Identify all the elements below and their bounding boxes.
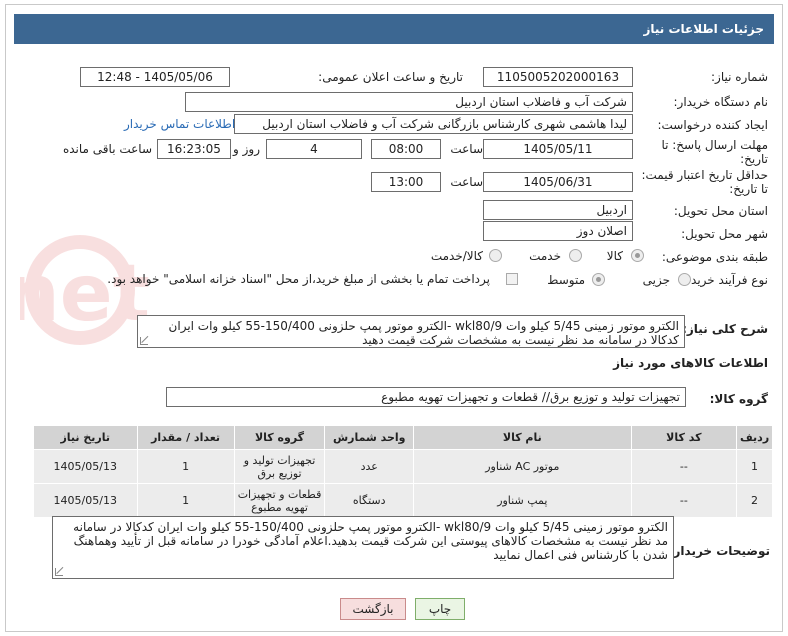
resize-handle-icon[interactable]: [140, 337, 148, 345]
days-remaining-field: 4: [266, 139, 362, 159]
radio-service[interactable]: [569, 249, 582, 262]
need-number-label: شماره نیاز:: [711, 70, 768, 84]
category-label: طبقه بندی موضوعی:: [661, 250, 768, 264]
radio-goods[interactable]: [631, 249, 644, 262]
deadline-hour-label: ساعت: [450, 142, 483, 156]
process-label: نوع فرآیند خرید :: [683, 273, 768, 287]
contact-info-link[interactable]: اطلاعات تماس خریدار: [124, 117, 235, 131]
goods-group-field: تجهیزات تولید و توزیع برق// قطعات و تجهی…: [166, 387, 686, 407]
radio-goods-service-label: کالا/خدمت: [430, 249, 483, 263]
validity-date-field: 1405/06/31: [483, 172, 633, 192]
buyer-notes-label: توضیحات خریدار:: [668, 544, 770, 558]
cell-row: 1: [736, 449, 773, 484]
col-name: نام کالا: [413, 425, 632, 450]
deadline-label: مهلت ارسال پاسخ: تا تاریخ:: [661, 138, 768, 166]
radio-medium[interactable]: [592, 273, 605, 286]
col-group: گروه کالا: [233, 425, 326, 450]
city-field: اصلان دوز: [483, 221, 633, 241]
cell-group-text: قطعات و تجهیزات تهویه مطبوع: [237, 487, 322, 514]
validity-hour-label: ساعت: [450, 175, 483, 189]
announce-label: تاریخ و ساعت اعلان عمومی:: [318, 70, 463, 84]
resize-handle-icon[interactable]: [55, 568, 63, 576]
page-header: جزئیات اطلاعات نیاز: [14, 14, 774, 44]
print-button[interactable]: چاپ: [415, 598, 465, 620]
validity-time-field: 13:00: [371, 172, 441, 192]
radio-partial[interactable]: [678, 273, 691, 286]
cell-date: 1405/05/13: [33, 449, 138, 484]
cell-code: --: [630, 483, 738, 518]
cell-qty: 1: [136, 449, 235, 484]
remaining-label: ساعت باقی مانده: [62, 142, 152, 156]
validity-label: حداقل تاریخ اعتبار قیمت: تا تاریخ:: [641, 168, 768, 196]
col-qty: تعداد / مقدار: [136, 425, 235, 450]
announce-field: 1405/05/06 - 12:48: [80, 67, 230, 87]
creator-label: ایجاد کننده درخواست:: [657, 118, 768, 132]
goods-section-title: اطلاعات کالاهای مورد نیاز: [613, 356, 768, 370]
days-label: روز و: [233, 142, 260, 156]
goods-table: ردیف کد کالا نام کالا واحد شمارش گروه کا…: [33, 425, 773, 518]
cell-row: 2: [736, 483, 773, 518]
cell-name: پمپ شناور: [413, 483, 632, 518]
cell-group: تجهیزات تولید و توزیع برق: [233, 449, 326, 484]
need-number-field: 1105005202000163: [483, 67, 633, 87]
treasury-checkbox[interactable]: [506, 273, 518, 285]
col-date: تاریخ نیاز: [33, 425, 138, 450]
radio-goods-label: کالا: [606, 249, 623, 263]
remaining-time-field: 16:23:05: [157, 139, 231, 159]
cell-unit: عدد: [324, 449, 415, 484]
buyer-notes-text: الکترو موتور زمینی 5/45 کیلو وات wkl80/9…: [73, 520, 668, 562]
table-row: 1 -- موتور AC شناور عدد تجهیزات تولید و …: [33, 449, 773, 484]
creator-field: لیدا هاشمی شهری کارشناس بازرگانی شرکت آب…: [234, 114, 633, 134]
deadline-date-field: 1405/05/11: [483, 139, 633, 159]
province-field: اردبیل: [483, 200, 633, 220]
goods-group-label: گروه کالا:: [709, 392, 768, 406]
cell-qty: 1: [136, 483, 235, 518]
cell-date: 1405/05/13: [33, 483, 138, 518]
radio-goods-service[interactable]: [489, 249, 502, 262]
city-label: شهر محل تحویل:: [681, 227, 768, 241]
province-label: استان محل تحویل:: [673, 204, 768, 218]
description-textarea[interactable]: الکترو موتور زمینی 5/45 کیلو وات wkl80/9…: [137, 315, 685, 348]
back-button[interactable]: بازگشت: [340, 598, 406, 620]
cell-name: موتور AC شناور: [413, 449, 632, 484]
col-row: ردیف: [736, 425, 773, 450]
payment-note: پرداخت تمام یا بخشی از مبلغ خرید،از محل …: [107, 272, 490, 286]
radio-medium-label: متوسط: [547, 273, 585, 287]
cell-group-text: تجهیزات تولید و توزیع برق: [243, 453, 316, 480]
cell-code: --: [630, 449, 738, 484]
buyer-org-label: نام دستگاه خریدار:: [673, 95, 769, 109]
description-label: شرح کلی نیاز:: [682, 322, 768, 336]
col-unit: واحد شمارش: [324, 425, 415, 450]
description-text: الکترو موتور زمینی 5/45 کیلو وات wkl80/9…: [168, 319, 679, 347]
col-code: کد کالا: [630, 425, 738, 450]
radio-service-label: خدمت: [529, 249, 561, 263]
buyer-notes-textarea[interactable]: الکترو موتور زمینی 5/45 کیلو وات wkl80/9…: [52, 516, 674, 579]
goods-table-header: ردیف کد کالا نام کالا واحد شمارش گروه کا…: [33, 425, 773, 450]
table-row: 2 -- پمپ شناور دستگاه قطعات و تجهیزات ته…: [33, 483, 773, 518]
buyer-org-field: شرکت آب و فاضلاب استان اردبیل: [185, 92, 633, 112]
cell-group: قطعات و تجهیزات تهویه مطبوع: [233, 483, 326, 518]
cell-unit: دستگاه: [324, 483, 415, 518]
deadline-time-field: 08:00: [371, 139, 441, 159]
radio-partial-label: جزیی: [642, 273, 670, 287]
